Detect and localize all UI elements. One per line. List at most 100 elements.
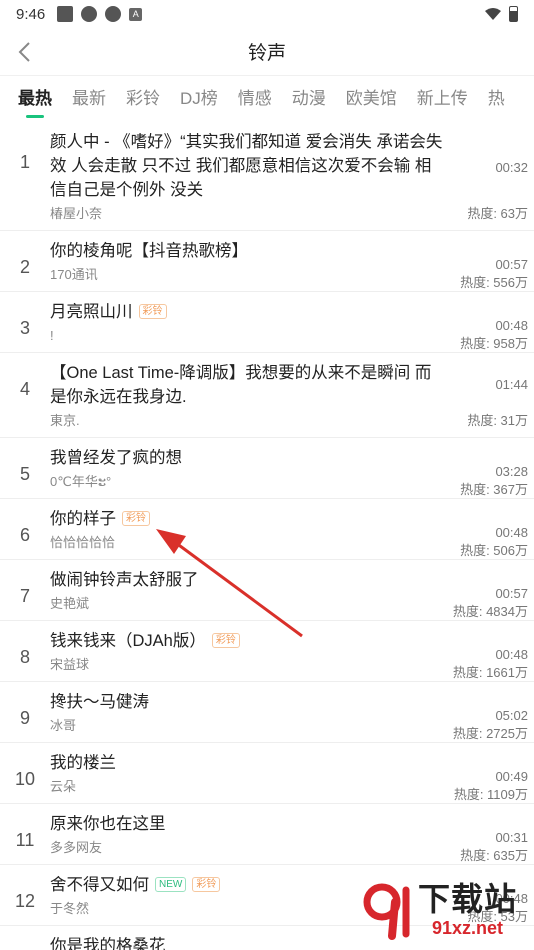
heat-count: 热度: 4834万	[452, 604, 528, 619]
watermark-logo-icon	[363, 883, 410, 940]
heat-count: 热度: 635万	[460, 848, 528, 863]
song-title: 你的样子 彩铃	[50, 507, 444, 531]
new-tag: NEW	[155, 877, 187, 893]
system-icons	[485, 6, 518, 22]
tab-item[interactable]: 最热	[18, 76, 52, 122]
watermark: 下载站 91xz.net	[362, 870, 534, 950]
heat-count: 热度: 367万	[460, 482, 528, 497]
song-title-text: 我的楼兰	[50, 754, 116, 772]
ringtone-row[interactable]: 8 钱来钱来（DJAh版） 彩铃宋益球 00:48 热度: 1661万	[0, 621, 534, 682]
song-title: 我的楼兰	[50, 751, 444, 775]
song-title-text: 你的棱角呢【抖音热歌榜】	[50, 242, 248, 260]
song-title: 你的棱角呢【抖音热歌榜】	[50, 239, 444, 263]
ringtone-row[interactable]: 5 我曾经发了疯的想 0℃年华ະ° 03:28 热度: 367万	[0, 438, 534, 499]
heat-count: 热度: 958万	[460, 336, 528, 351]
song-title-text: 月亮照山川	[50, 303, 133, 321]
status-bar: 9:46 A	[0, 0, 534, 28]
tab-item[interactable]: 最新	[72, 76, 106, 122]
singer-name: 170通讯	[50, 267, 98, 282]
duration: 01:44	[495, 377, 528, 392]
chevron-left-icon	[18, 42, 30, 62]
singer-name: 冰哥	[50, 718, 77, 733]
tab-item[interactable]: 彩铃	[126, 76, 160, 122]
ringtone-row[interactable]: 10 我的楼兰 云朵 00:49 热度: 1109万	[0, 743, 534, 804]
song-title: 【One Last Time-降调版】我想要的从来不是瞬间 而是你永远在我身边.	[50, 361, 444, 409]
duration: 00:32	[495, 160, 528, 175]
song-title: 原来你也在这里	[50, 812, 444, 836]
song-title-text: 你是我的格桑花	[50, 937, 166, 950]
watermark-main: 下载站	[418, 881, 518, 917]
singer-name: 椿屋小奈	[50, 206, 103, 221]
rank-number: 4	[19, 379, 30, 399]
color-ring-tag: 彩铃	[138, 304, 167, 320]
ringtone-row[interactable]: 11 原来你也在这里 多多网友 00:31 热度: 635万	[0, 804, 534, 865]
song-title-text: 颜人中 - 《嗜好》“其实我们都知道 爱会消失 承诺会失效 人会走散 只不过 我…	[50, 133, 443, 199]
tab-item[interactable]: 热	[488, 76, 505, 122]
ringtone-row[interactable]: 4 【One Last Time-降调版】我想要的从来不是瞬间 而是你永远在我身边…	[0, 353, 534, 438]
app-notification-icon	[57, 6, 74, 22]
status-time: 9:46	[16, 5, 46, 23]
notification-icons: A	[57, 6, 143, 22]
duration: 00:57	[495, 257, 528, 272]
heat-count: 热度: 2725万	[452, 726, 528, 741]
rank-number: 11	[15, 830, 35, 850]
rank-number: 10	[14, 769, 36, 789]
duration: 00:48	[495, 525, 528, 540]
song-title-text: 钱来钱来（DJAh版）	[50, 632, 206, 650]
ringtone-row[interactable]: 7 做闹钟铃声太舒服了 史艳斌 00:57 热度: 4834万	[0, 560, 534, 621]
duration: 00:48	[495, 647, 528, 662]
duration: 00:49	[495, 769, 528, 784]
a-notification-icon: A	[129, 7, 143, 21]
ringtone-list: 1 颜人中 - 《嗜好》“其实我们都知道 爱会消失 承诺会失效 人会走散 只不过 …	[0, 122, 534, 950]
ringtone-row[interactable]: 3 月亮照山川 彩铃! 00:48 热度: 958万	[0, 292, 534, 353]
song-title: 钱来钱来（DJAh版） 彩铃	[50, 629, 444, 653]
heat-count: 热度: 63万	[467, 206, 528, 221]
battery-icon	[509, 6, 518, 22]
ringtone-row[interactable]: 2 你的棱角呢【抖音热歌榜】 170通讯 00:57 热度: 556万	[0, 231, 534, 292]
sync-icon	[81, 6, 98, 22]
heat-count: 热度: 506万	[460, 543, 528, 558]
singer-name: 多多网友	[50, 840, 103, 855]
tab-item[interactable]: 新上传	[417, 76, 468, 122]
ringtone-row[interactable]: 6 你的样子 彩铃恰恰恰恰恰 00:48 热度: 506万	[0, 499, 534, 560]
song-title-text: 舍不得又如何	[50, 876, 149, 894]
watermark-sub: 91xz.net	[431, 918, 504, 938]
rank-number: 12	[14, 891, 36, 911]
singer-name: 0℃年华ະ°	[50, 474, 112, 489]
heat-count: 热度: 1661万	[452, 665, 528, 680]
watermark-logo	[362, 880, 416, 940]
rank-number: 2	[19, 257, 30, 277]
tab-item[interactable]: 情感	[238, 76, 272, 122]
color-ring-tag: 彩铃	[211, 633, 240, 649]
back-button[interactable]	[8, 36, 40, 68]
rank-number: 8	[19, 647, 30, 667]
song-title-text: 搀扶～马健涛	[50, 693, 149, 711]
wifi-icon	[485, 8, 501, 20]
rank-number: 6	[19, 525, 30, 545]
singer-name: 宋益球	[50, 657, 90, 672]
rank-number: 7	[19, 586, 30, 606]
duration: 00:57	[495, 586, 528, 601]
song-title-text: 我曾经发了疯的想	[50, 449, 182, 467]
singer-name: 東京.	[50, 413, 80, 428]
duration: 03:28	[495, 464, 528, 479]
tab-item[interactable]: 欧美馆	[346, 76, 397, 122]
song-title: 颜人中 - 《嗜好》“其实我们都知道 爱会消失 承诺会失效 人会走散 只不过 我…	[50, 130, 444, 202]
color-ring-tag: 彩铃	[192, 877, 221, 893]
rank-number: 9	[19, 708, 30, 728]
rank-number: 3	[19, 318, 30, 338]
song-title: 我曾经发了疯的想	[50, 446, 444, 470]
rank-number: 1	[19, 152, 30, 172]
ringtone-row[interactable]: 9 搀扶～马健涛 冰哥 05:02 热度: 2725万	[0, 682, 534, 743]
song-title: 做闹钟铃声太舒服了	[50, 568, 444, 592]
singer-name: 恰恰恰恰恰	[50, 535, 116, 550]
rank-number: 13	[0, 934, 50, 950]
singer-name: 云朵	[50, 779, 77, 794]
song-title: 搀扶～马健涛	[50, 690, 444, 714]
duration: 05:02	[495, 708, 528, 723]
tab-item[interactable]: 动漫	[292, 76, 326, 122]
tab-item[interactable]: DJ榜	[180, 76, 218, 122]
ringtone-row[interactable]: 1 颜人中 - 《嗜好》“其实我们都知道 爱会消失 承诺会失效 人会走散 只不过 …	[0, 122, 534, 231]
page-title: 铃声	[247, 43, 286, 64]
song-title: 月亮照山川 彩铃	[50, 300, 444, 324]
